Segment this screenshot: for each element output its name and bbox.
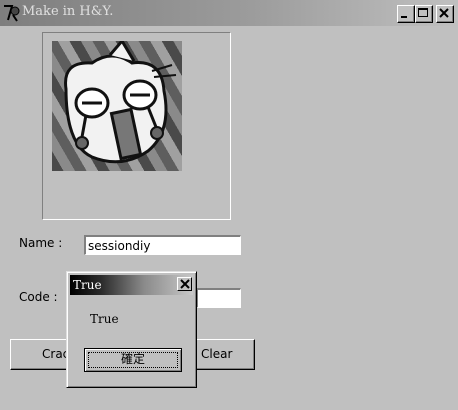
close-icon (439, 8, 449, 18)
maximize-button[interactable] (415, 5, 433, 23)
picture-frame (42, 32, 231, 220)
dialog-title: True (73, 278, 102, 292)
title-bar[interactable]: Make in H&Y. (0, 0, 458, 26)
cartoon-picture (52, 41, 182, 171)
minimize-button[interactable] (397, 5, 415, 23)
dialog-title-bar[interactable]: True (70, 275, 193, 295)
close-button[interactable] (436, 5, 454, 23)
code-label: Code : (19, 290, 58, 304)
minimize-icon (401, 16, 407, 18)
window-title: Make in H&Y. (22, 4, 114, 19)
clear-button-label: Clear (201, 347, 233, 361)
dialog-message: True (90, 312, 119, 326)
focus-rectangle (88, 352, 178, 368)
close-icon (180, 279, 190, 289)
crying-cat-illustration (64, 41, 177, 164)
name-input[interactable]: sessiondiy (84, 235, 241, 255)
name-label: Name : (19, 236, 63, 250)
maximize-icon (418, 8, 428, 17)
ok-button[interactable]: 確定 (84, 348, 182, 372)
dialog-close-button[interactable] (177, 277, 192, 291)
app-icon (4, 5, 20, 22)
code-input[interactable] (196, 288, 241, 308)
message-dialog: True True 確定 (66, 271, 197, 388)
